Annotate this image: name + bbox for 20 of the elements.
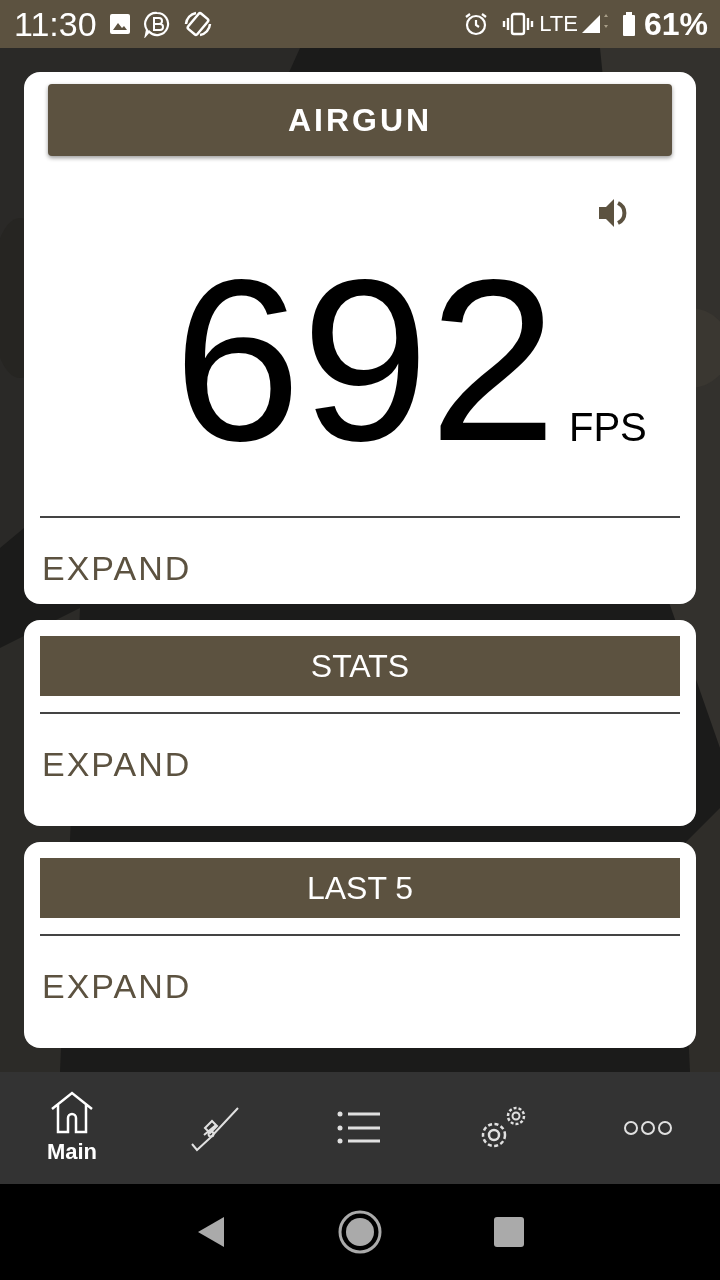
home-button-icon[interactable] [337,1209,383,1255]
more-icon [623,1119,673,1137]
section-header: STATS [40,636,680,696]
expand-button[interactable]: EXPAND [42,728,192,800]
profile-button[interactable]: AIRGUN [48,84,672,156]
battery-icon [621,11,636,37]
section-header: LAST 5 [40,858,680,918]
chat-bubble-icon [142,10,171,38]
expand-button[interactable]: EXPAND [42,532,192,604]
recents-icon[interactable] [494,1217,525,1247]
battery-level: 61% [643,5,708,43]
clock: 11:30 [14,4,97,44]
image-icon [108,13,131,35]
velocity-unit: FPS [568,405,647,450]
nav-tab[interactable]: Main [0,1072,144,1184]
velocity-value: 692 [173,246,557,476]
rotation-icon [182,10,213,38]
vibrate-icon [501,12,536,36]
network-type: LTE [539,11,578,37]
expand-button[interactable]: EXPAND [42,950,192,1022]
